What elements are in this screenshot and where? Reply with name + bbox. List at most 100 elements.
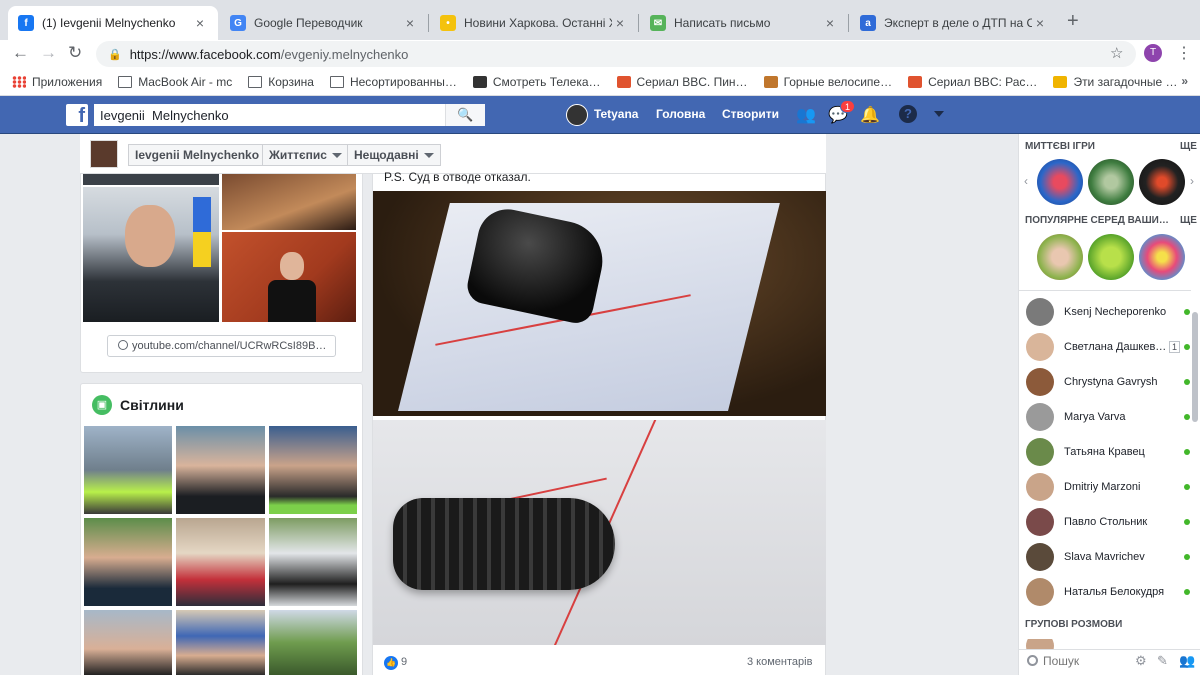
avatar [1026, 368, 1054, 396]
games-more-link[interactable]: ЩЕ [1180, 141, 1197, 152]
like-icon[interactable]: 👍 [384, 656, 398, 670]
bookmark-link[interactable]: Горные велосипе… [763, 75, 892, 89]
facebook-logo-icon[interactable]: f [66, 104, 88, 127]
notifications-icon[interactable]: 🔔 [860, 105, 880, 125]
nav-create[interactable]: Створити [722, 107, 779, 121]
tab-facebook[interactable]: f (1) Ievgenii Melnychenko × [8, 6, 218, 40]
tab-google-translate[interactable]: G Google Переводчик × [220, 6, 428, 40]
game-thumb[interactable] [1037, 234, 1083, 280]
tab-news[interactable]: • Новини Харкова. Останні Хар × [430, 6, 638, 40]
contact-item[interactable]: Slava Mavrichev [1026, 542, 1194, 572]
nav-home[interactable]: Головна [656, 107, 705, 121]
close-icon[interactable]: × [1032, 15, 1048, 31]
bookmarks-overflow-icon[interactable]: » [1181, 74, 1188, 88]
search-icon: 🔍 [457, 107, 474, 122]
post-photo[interactable] [373, 420, 826, 645]
avatar [1026, 578, 1054, 606]
photo-thumb[interactable] [269, 518, 357, 606]
popular-more-link[interactable]: ЩЕ [1180, 215, 1197, 226]
bookmark-label: Сериал BBC. Пин… [636, 74, 748, 89]
game-thumb[interactable] [1088, 234, 1134, 280]
bookmark-apps[interactable]: Приложения [12, 75, 102, 89]
account-menu-icon[interactable] [934, 111, 944, 117]
tab-title: (1) Ievgenii Melnychenko [42, 16, 176, 30]
menu-kebab-icon[interactable]: ⋮ [1176, 43, 1192, 63]
bookmark-label: Корзина [268, 74, 314, 89]
comment-count[interactable]: 3 коментарів [747, 656, 812, 668]
contact-item[interactable]: Chrystyna Gavrysh [1026, 367, 1194, 397]
close-icon[interactable]: × [822, 15, 838, 31]
contact-item[interactable]: Ksenj Necheporenko [1026, 297, 1194, 327]
bookmark-star-icon[interactable]: ☆ [1110, 44, 1123, 62]
tab-expert[interactable]: a Эксперт в деле о ДТП на Сум × [850, 6, 1058, 40]
compose-icon[interactable]: ✎ [1157, 653, 1168, 669]
contact-item[interactable]: Dmitriy Marzoni [1026, 472, 1194, 502]
chat-search-input[interactable] [1043, 654, 1133, 668]
avatar [1026, 473, 1054, 501]
search-input[interactable] [94, 104, 445, 126]
reload-icon[interactable]: ↻ [68, 43, 82, 63]
bookmark-folder[interactable]: MacBook Air - mc [118, 75, 232, 89]
contact-name: Светлана Дашкев… [1064, 341, 1167, 353]
bookmark-folder[interactable]: Корзина [248, 75, 314, 89]
post-photo[interactable] [373, 191, 826, 416]
featured-photo[interactable] [83, 187, 219, 322]
bookmark-folder[interactable]: Несортированны… [329, 75, 457, 89]
profile-avatar[interactable] [90, 140, 118, 168]
bookmark-link[interactable]: Эти загадочные … [1053, 75, 1177, 89]
sidebar-scrollbar[interactable] [1192, 312, 1198, 422]
photo-detail [268, 280, 316, 322]
featured-photo[interactable] [222, 232, 356, 322]
photo-thumb[interactable] [176, 610, 265, 675]
recent-dropdown[interactable]: Нещодавні [347, 144, 441, 166]
unread-count: 1 [1168, 341, 1180, 353]
address-bar[interactable]: 🔒 https://www.facebook.com/evgeniy.melny… [96, 41, 1136, 67]
profile-name-button[interactable]: Ievgenii Melnychenko [128, 144, 267, 166]
featured-photo[interactable] [222, 174, 356, 230]
bookmark-link[interactable]: Сериал BBC. Пин… [616, 74, 748, 89]
bookmark-link[interactable]: Смотреть Телека… [472, 75, 601, 89]
news-icon: • [440, 15, 456, 31]
close-icon[interactable]: × [192, 15, 208, 31]
tab-mail[interactable]: ✉ Написать письмо × [640, 6, 848, 40]
chevron-left-icon[interactable]: ‹ [1024, 174, 1028, 188]
bookmarks-bar: Приложения MacBook Air - mc Корзина Несо… [0, 68, 1200, 96]
contact-item[interactable]: Marya Varva [1026, 402, 1194, 432]
game-thumb[interactable] [1037, 159, 1083, 205]
photo-thumb[interactable] [84, 518, 172, 606]
back-icon[interactable]: ← [12, 43, 29, 63]
photo-thumb[interactable] [176, 518, 265, 606]
timeline-dropdown[interactable]: Життєпис [262, 144, 349, 166]
chevron-right-icon[interactable]: › [1190, 174, 1194, 188]
bookmark-link[interactable]: Сериал BBC: Рас… [908, 75, 1037, 89]
forward-icon[interactable]: → [40, 43, 57, 63]
photo-thumb[interactable] [269, 426, 357, 514]
game-thumb[interactable] [1139, 159, 1185, 205]
featured-photo[interactable] [83, 174, 219, 185]
help-icon[interactable]: ? [899, 105, 917, 123]
friends-icon[interactable]: 👥 [796, 105, 816, 125]
photos-title[interactable]: Світлини [120, 397, 184, 413]
contact-item[interactable]: Наталья Белокудря [1026, 577, 1194, 607]
nav-profile[interactable]: Tetyana [594, 107, 638, 121]
chat-search: ⚙ ✎ 👥 [1019, 649, 1200, 675]
search-button[interactable]: 🔍 [445, 104, 485, 126]
user-avatar[interactable] [566, 104, 588, 126]
photo-thumb[interactable] [84, 610, 172, 675]
like-count[interactable]: 9 [401, 656, 407, 668]
website-link[interactable]: youtube.com/channel/UCRwRCsI89B… [107, 335, 336, 357]
gear-icon[interactable]: ⚙ [1135, 653, 1147, 669]
photo-thumb[interactable] [84, 426, 172, 514]
contact-item[interactable]: Павло Стольник [1026, 507, 1194, 537]
contact-item[interactable]: Светлана Дашкев… 1 [1026, 332, 1194, 362]
game-thumb[interactable] [1088, 159, 1134, 205]
new-tab-icon[interactable]: + [1067, 10, 1079, 33]
close-icon[interactable]: × [402, 15, 418, 31]
close-icon[interactable]: × [612, 15, 628, 31]
profile-avatar[interactable]: T [1144, 44, 1162, 62]
photo-thumb[interactable] [269, 610, 357, 675]
contact-item[interactable]: Татьяна Кравец [1026, 437, 1194, 467]
game-thumb[interactable] [1139, 234, 1185, 280]
photo-thumb[interactable] [176, 426, 265, 514]
new-group-icon[interactable]: 👥 [1179, 653, 1195, 669]
